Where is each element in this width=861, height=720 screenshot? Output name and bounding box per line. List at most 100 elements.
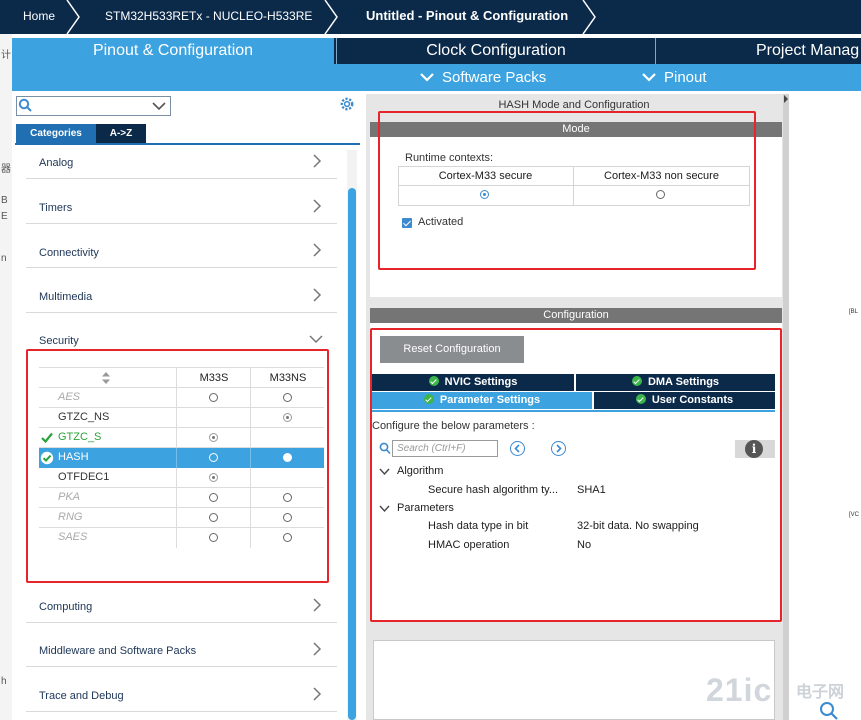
- chevron-right-icon[interactable]: [311, 642, 323, 656]
- radio-m33s[interactable]: [209, 453, 218, 462]
- zoom-icon[interactable]: [818, 700, 840, 720]
- chevron-right-icon[interactable]: [311, 288, 323, 302]
- radio-cortex-nonsecure[interactable]: [656, 190, 665, 199]
- breadcrumb-separator-icon: [66, 0, 80, 34]
- tab-pinout-configuration[interactable]: Pinout & Configuration: [12, 38, 334, 64]
- tab-nvic-settings[interactable]: NVIC Settings: [372, 374, 574, 391]
- category-trace-debug[interactable]: Trace and Debug: [39, 690, 124, 702]
- configure-instructions: Configure the below parameters :: [372, 420, 535, 432]
- reset-configuration-button[interactable]: Reset Configuration: [380, 336, 524, 363]
- category-analog[interactable]: Analog: [39, 157, 73, 169]
- param-value-hash-algorithm[interactable]: SHA1: [577, 484, 606, 496]
- param-name-hmac[interactable]: HMAC operation: [428, 539, 509, 551]
- panel-splitter[interactable]: [783, 94, 789, 720]
- left-strip-glyph: n: [1, 253, 7, 264]
- breadcrumb-separator-icon: [582, 0, 596, 34]
- status-ok-icon: [635, 394, 646, 404]
- tab-project-manager[interactable]: Project Manag: [655, 38, 861, 64]
- security-row-gtzc-ns[interactable]: GTZC_NS: [39, 408, 324, 428]
- security-row-otfdec1[interactable]: OTFDEC1: [39, 468, 324, 488]
- radio-cortex-secure[interactable]: [480, 190, 489, 199]
- parameters-group[interactable]: Parameters: [397, 502, 454, 514]
- search-next-button[interactable]: [551, 441, 566, 456]
- tab-categories[interactable]: Categories: [16, 124, 96, 143]
- security-row-rng[interactable]: RNG: [39, 508, 324, 528]
- chevron-right-icon[interactable]: [311, 598, 323, 612]
- left-strip-glyph: h: [1, 676, 7, 687]
- radio-m33ns[interactable]: [283, 453, 292, 462]
- software-packs-label: Software Packs: [442, 69, 547, 86]
- chevron-right-icon[interactable]: [311, 243, 323, 257]
- param-value-hmac[interactable]: No: [577, 539, 591, 551]
- radio-m33ns[interactable]: [283, 513, 292, 522]
- category-search-input[interactable]: [16, 96, 171, 116]
- chevron-right-icon[interactable]: [311, 154, 323, 168]
- status-ok-icon: [631, 376, 642, 386]
- chevron-down-icon[interactable]: [309, 333, 323, 345]
- tab-parameter-settings[interactable]: Parameter Settings: [372, 392, 592, 409]
- peripheral-name: GTZC_S: [58, 431, 102, 443]
- category-middleware[interactable]: Middleware and Software Packs: [39, 645, 196, 657]
- pinout-label: Pinout: [664, 69, 707, 86]
- breadcrumb-board[interactable]: STM32H533RETx - NUCLEO-H533RE: [105, 0, 312, 34]
- algorithm-group[interactable]: Algorithm: [397, 465, 443, 477]
- radio-m33s[interactable]: [209, 393, 218, 402]
- search-previous-button[interactable]: [510, 441, 525, 456]
- security-row-saes[interactable]: SAES: [39, 528, 324, 548]
- radio-m33ns[interactable]: [283, 533, 292, 542]
- radio-m33s[interactable]: [209, 493, 218, 502]
- left-edge-strip: [0, 34, 12, 720]
- category-computing[interactable]: Computing: [39, 601, 92, 613]
- category-multimedia[interactable]: Multimedia: [39, 291, 92, 303]
- search-icon: [18, 98, 32, 112]
- radio-m33ns[interactable]: [283, 393, 292, 402]
- tab-clock-configuration[interactable]: Clock Configuration: [336, 38, 655, 64]
- chevron-right-icon[interactable]: [311, 687, 323, 701]
- breadcrumb-project[interactable]: Untitled - Pinout & Configuration: [366, 0, 568, 34]
- breadcrumb-separator-icon: [324, 0, 338, 34]
- chevron-down-icon[interactable]: [150, 97, 168, 115]
- software-packs-menu[interactable]: Software Packs: [420, 64, 546, 91]
- param-tab-underline: [372, 410, 775, 412]
- radio-m33s[interactable]: [209, 433, 218, 442]
- param-name-hash-algorithm[interactable]: Secure hash algorithm ty...: [428, 484, 558, 496]
- security-row-pka[interactable]: PKA: [39, 488, 324, 508]
- category-security[interactable]: Security: [39, 335, 79, 347]
- radio-m33s[interactable]: [209, 513, 218, 522]
- search-icon: [379, 442, 391, 455]
- check-circle-icon: [40, 451, 54, 465]
- pin-label: [VC: [849, 512, 860, 518]
- peripheral-name: GTZC_NS: [58, 411, 110, 423]
- param-name-data-type[interactable]: Hash data type in bit: [428, 520, 528, 532]
- activated-checkbox[interactable]: [402, 218, 412, 228]
- pinout-menu[interactable]: Pinout: [642, 64, 707, 91]
- chevron-down-icon[interactable]: [379, 467, 390, 476]
- radio-m33s[interactable]: [209, 473, 218, 482]
- security-row-gtzc-s[interactable]: GTZC_S: [39, 428, 324, 448]
- radio-m33ns[interactable]: [283, 413, 292, 422]
- left-strip-glyph: 器: [1, 164, 11, 175]
- tab-label: NVIC Settings: [444, 376, 518, 388]
- radio-m33ns[interactable]: [283, 493, 292, 502]
- collapse-arrow-icon[interactable]: [783, 94, 789, 104]
- chevron-right-icon[interactable]: [311, 199, 323, 213]
- radio-m33s[interactable]: [209, 533, 218, 542]
- breadcrumb-home[interactable]: Home: [23, 0, 55, 34]
- security-row-hash[interactable]: HASH: [39, 448, 324, 468]
- tab-dma-settings[interactable]: DMA Settings: [576, 374, 775, 391]
- configuration-section-header: Configuration: [370, 308, 782, 323]
- info-icon[interactable]: i: [745, 440, 763, 458]
- category-timers[interactable]: Timers: [39, 202, 72, 214]
- category-scrollbar-thumb[interactable]: [348, 188, 356, 720]
- chevron-down-icon[interactable]: [379, 504, 390, 513]
- category-connectivity[interactable]: Connectivity: [39, 247, 99, 259]
- tab-a-to-z[interactable]: A->Z: [96, 124, 146, 143]
- gear-icon[interactable]: [339, 96, 355, 112]
- category-divider: [26, 711, 337, 712]
- tab-user-constants[interactable]: User Constants: [594, 392, 775, 409]
- tab-label: Parameter Settings: [439, 394, 541, 406]
- security-row-aes[interactable]: AES: [39, 388, 324, 408]
- sort-icon[interactable]: [101, 371, 111, 385]
- left-strip-glyph: B: [1, 195, 8, 206]
- param-value-data-type[interactable]: 32-bit data. No swapping: [577, 520, 699, 532]
